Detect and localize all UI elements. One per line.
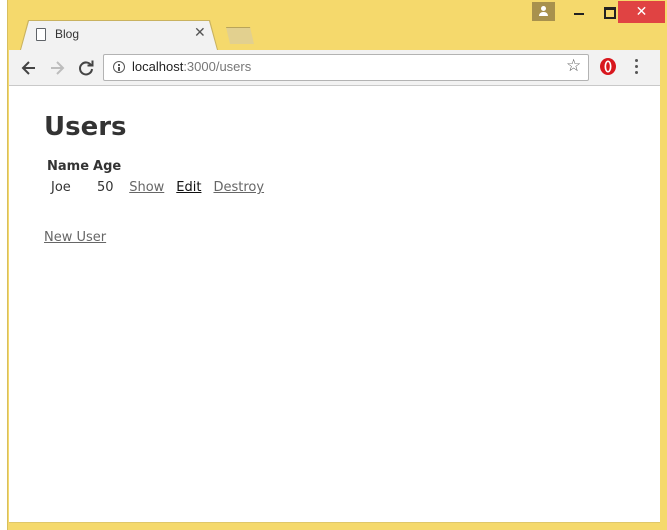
- address-bar[interactable]: localhost:3000/users ☆: [103, 54, 589, 81]
- show-link[interactable]: Show: [129, 180, 164, 195]
- star-icon[interactable]: ☆: [566, 58, 581, 75]
- person-icon: [541, 6, 546, 11]
- users-table: Name Age Joe 50 Show Edit Destroy: [44, 156, 271, 200]
- tab-blog[interactable]: [21, 21, 217, 50]
- destroy-link[interactable]: Destroy: [213, 180, 264, 195]
- table-row: Joe 50 Show Edit Destroy: [46, 177, 269, 198]
- url-host: localhost: [132, 59, 184, 74]
- cell-name: Joe: [51, 180, 71, 195]
- column-header-age: Age: [93, 159, 122, 174]
- column-header-name: Name: [47, 159, 90, 174]
- tab-close-icon[interactable]: ✕: [194, 25, 206, 41]
- info-icon[interactable]: [113, 61, 125, 73]
- url-text[interactable]: localhost:3000/users: [132, 59, 251, 74]
- browser-window: Blog ✕ ✕ localhost:3000/users ☆ Users Na…: [7, 0, 667, 530]
- page-icon: [36, 28, 46, 41]
- close-icon: ✕: [635, 4, 648, 20]
- opera-extension-icon[interactable]: [599, 57, 617, 76]
- forward-arrow-icon[interactable]: [47, 58, 67, 78]
- close-window-button[interactable]: ✕: [618, 1, 665, 23]
- cell-age: 50: [97, 180, 114, 195]
- browser-toolbar: localhost:3000/users ☆: [9, 50, 660, 86]
- edit-link[interactable]: Edit: [176, 180, 201, 195]
- kebab-menu-icon[interactable]: [635, 59, 639, 75]
- tab-title: Blog: [55, 27, 80, 41]
- minimize-button[interactable]: [566, 2, 592, 22]
- table-header-row: Name Age: [46, 158, 269, 175]
- page-title: Users: [44, 112, 127, 142]
- back-arrow-icon[interactable]: [19, 58, 39, 78]
- profile-button[interactable]: [532, 2, 555, 21]
- reload-icon[interactable]: [76, 58, 96, 78]
- new-tab-button[interactable]: [226, 27, 254, 44]
- tab-strip: Blog ✕ ✕: [8, 0, 667, 50]
- page-viewport: Users Name Age Joe 50 Show Edit Destroy: [9, 86, 660, 523]
- new-user-link[interactable]: New User: [44, 230, 106, 245]
- url-path: :3000/users: [183, 59, 252, 74]
